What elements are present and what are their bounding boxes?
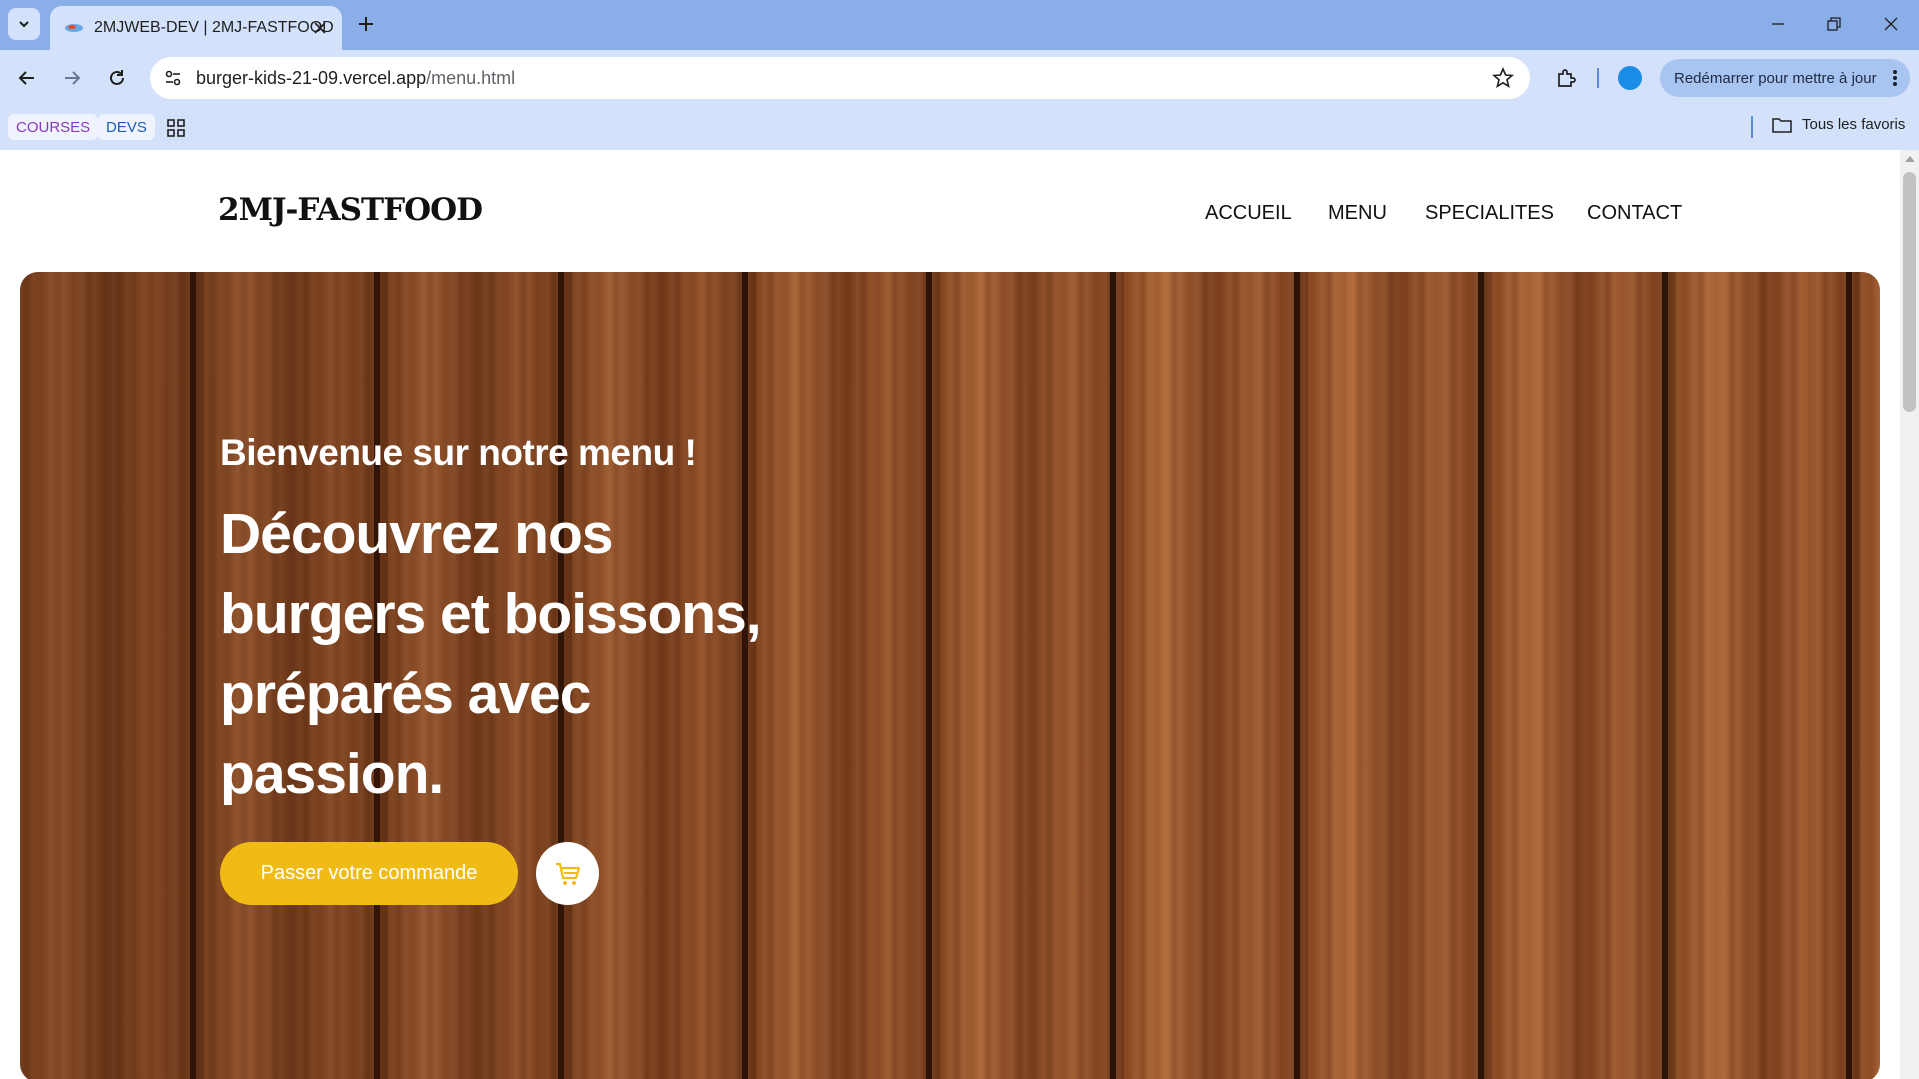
reload-icon [110,70,124,85]
page-scrollbar[interactable] [1900,150,1919,1079]
tab-strip: 2MJWEB-DEV | 2MJ-FASTFOOD [0,0,1919,50]
toolbar-divider [1597,68,1599,88]
new-tab-button[interactable] [352,10,380,38]
nav-menu[interactable]: MENU [1328,202,1387,225]
address-bar[interactable]: burger-kids-21-09.vercel.app/menu.html [150,57,1530,99]
scroll-up-arrow-icon[interactable] [1905,156,1915,162]
browser-tab[interactable]: 2MJWEB-DEV | 2MJ-FASTFOOD [50,6,342,50]
chevron-down-icon [19,21,29,28]
restore-button[interactable] [1814,10,1854,38]
forward-button[interactable] [56,62,88,94]
bookmark-star-icon[interactable] [1492,67,1514,89]
close-tab-icon[interactable] [310,18,330,38]
puzzle-icon [1558,69,1576,87]
reload-button[interactable] [101,62,133,94]
web-page: 2MJ-FASTFOOD ACCUEIL MENU SPECIALITES CO… [0,150,1900,1079]
profile-avatar[interactable] [1618,66,1642,90]
back-button[interactable] [11,62,43,94]
hero-subtitle: Bienvenue sur notre menu ! [220,432,697,473]
nav-specialites[interactable]: SPECIALITES [1425,202,1554,225]
more-menu-icon [1893,70,1897,86]
bookmark-courses[interactable]: COURSES [8,114,99,140]
all-bookmarks-label: Tous les favoris [1802,116,1906,133]
site-info-icon[interactable] [162,67,184,89]
scrollbar-thumb[interactable] [1903,172,1916,412]
url-path: /menu.html [426,67,516,88]
folder-icon [1772,117,1792,133]
url-text: burger-kids-21-09.vercel.app/menu.html [196,68,515,89]
url-domain: burger-kids-21-09.vercel.app [196,67,427,88]
hero-headline: Découvrez nos burgers et boissons, prépa… [220,502,762,806]
order-button[interactable]: Passer votre commande [220,842,518,905]
plus-icon [359,17,373,31]
browser-toolbar: burger-kids-21-09.vercel.app/menu.html R… [0,50,1919,106]
nav-contact[interactable]: CONTACT [1587,202,1682,225]
bookmark-devs[interactable]: DEVS [98,114,155,140]
minimize-button[interactable] [1758,10,1798,38]
cart-button[interactable] [536,842,599,905]
restart-update-label: Redémarrer pour mettre à jour [1674,69,1877,87]
close-icon [1884,17,1898,31]
tab-search-button[interactable] [8,8,40,40]
all-bookmarks-button[interactable]: Tous les favoris [1772,116,1905,133]
cart-icon [555,862,580,885]
arrow-left-icon [18,71,34,85]
restore-icon [1827,17,1841,31]
tab-title: 2MJWEB-DEV | 2MJ-FASTFOOD [94,19,334,36]
minimize-icon [1772,23,1784,25]
close-window-button[interactable] [1871,10,1911,38]
hero-banner: Bienvenue sur notre menu ! Découvrez nos… [20,272,1880,1079]
bookmarks-bar: COURSES DEVS Tous les favoris [0,106,1919,150]
site-favicon-icon [65,24,83,32]
apps-grid-icon[interactable] [166,118,186,138]
extensions-button[interactable] [1550,62,1582,94]
bookmarks-divider [1751,116,1753,138]
nav-accueil[interactable]: ACCUEIL [1205,202,1292,225]
restart-update-button[interactable]: Redémarrer pour mettre à jour [1660,59,1910,97]
site-logo[interactable]: 2MJ-FASTFOOD [218,192,483,228]
arrow-right-icon [65,71,81,85]
